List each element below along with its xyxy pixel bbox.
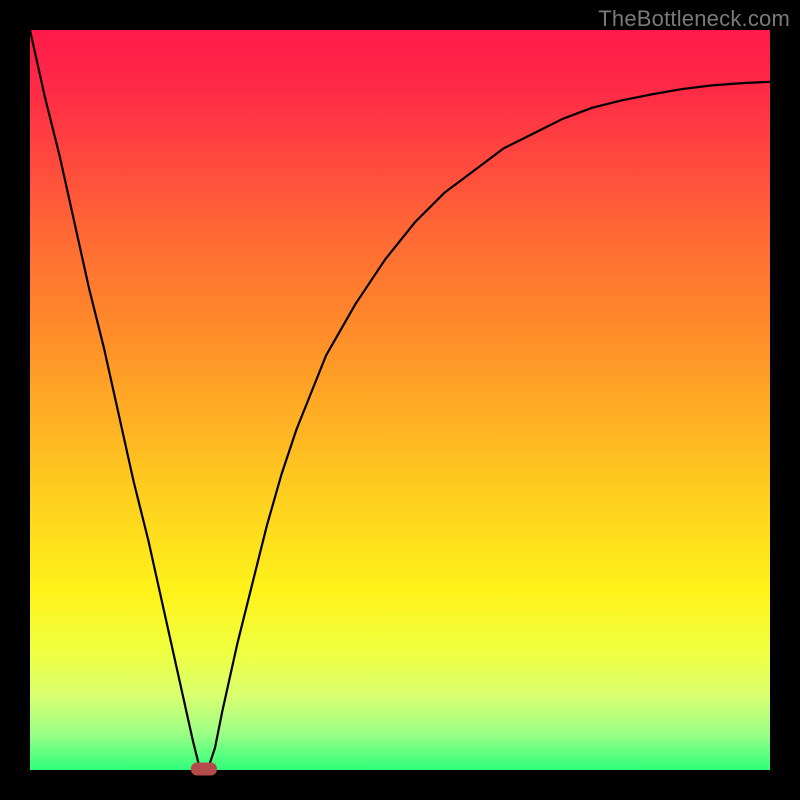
plot-svg	[30, 30, 770, 770]
chart-stage: TheBottleneck.com	[0, 0, 800, 800]
minimum-marker	[191, 763, 217, 776]
watermark-text: TheBottleneck.com	[598, 6, 790, 32]
bottleneck-curve	[30, 30, 770, 770]
plot-area	[30, 30, 770, 770]
